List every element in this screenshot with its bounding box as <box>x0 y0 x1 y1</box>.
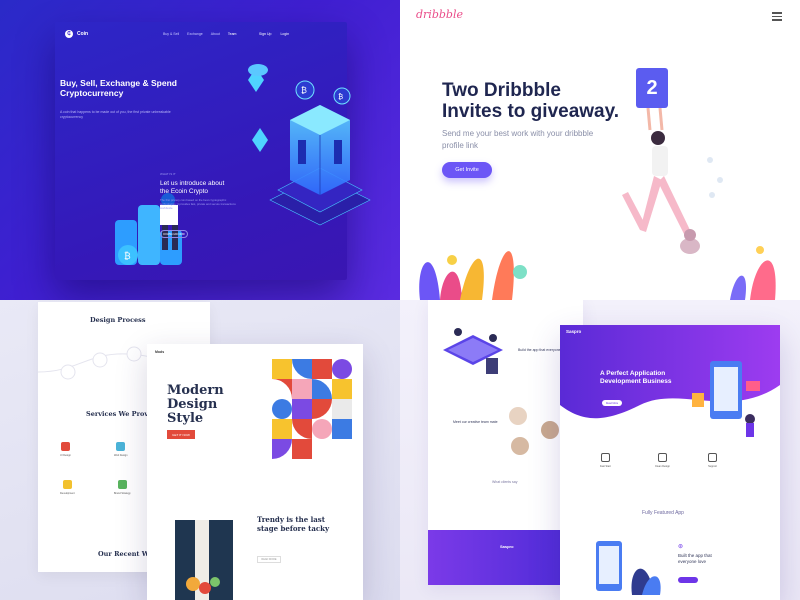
feature-fast-start: Fast Start <box>600 453 611 468</box>
svg-text:₿: ₿ <box>301 86 307 95</box>
saas-front-page: Saspro A Perfect Application Development… <box>560 325 780 600</box>
design-front-page: Mods Modern Design Style GET IT NOW Tren… <box>147 344 363 600</box>
service-brand-strategy: Brand Strategy <box>114 480 131 495</box>
saas-read-more-button[interactable]: Read More <box>602 400 622 406</box>
phone-illustration <box>692 361 760 437</box>
team-title: Meet our creative team mate <box>453 420 498 424</box>
plant-decoration-icon <box>419 157 776 300</box>
accent-ring-icon: ⊛ <box>678 544 684 550</box>
design-shot: Design Process Services We Provide UI De… <box>0 300 400 600</box>
crypto-shot: ₵ Coin Buy & Sell Exchange About Team Si… <box>0 0 400 300</box>
crypto-subtext: A coin that happens to be made out of yo… <box>60 110 171 119</box>
footer-logo[interactable]: Saspro <box>500 544 514 549</box>
feature-clean-design: Clean Design <box>655 453 670 468</box>
svg-text:₿: ₿ <box>338 93 343 101</box>
crypto-illustration: ₿ ₿ ₿ <box>115 64 371 265</box>
saas-headline: A Perfect Application Development Busine… <box>600 370 672 385</box>
crypto-headline: Buy, Sell, Exchange & Spend Cryptocurren… <box>60 78 177 98</box>
built-app-text: Built the app that everyone love <box>678 553 712 564</box>
girl-illustration <box>419 107 776 300</box>
design-headline: Modern Design Style <box>167 383 224 426</box>
support-icon <box>708 453 717 462</box>
ui-design-icon <box>60 442 70 451</box>
download-button[interactable]: DOWNLOAD NOW <box>160 230 188 238</box>
feature-label: Support <box>708 465 717 468</box>
flower-photo <box>175 520 233 600</box>
intro-kicker: WHAT IS IT <box>160 172 176 176</box>
dribbble-shot: dribbble Two Dribbble Invites to giveawa… <box>400 0 800 300</box>
service-web-design: Web Design <box>114 442 128 457</box>
featured-app-title: Fully Featured App <box>642 510 684 516</box>
brand-strategy-icon <box>117 480 127 489</box>
built-app-button[interactable] <box>678 577 698 583</box>
isometric-server-icon: ₿ ₿ <box>248 64 371 226</box>
invite-count-sign: 2 <box>636 68 668 108</box>
service-label: Development <box>60 492 75 495</box>
featured-app-illustration <box>596 541 661 595</box>
design-icon <box>658 453 667 462</box>
get-it-now-button[interactable]: GET IT NOW <box>167 430 195 439</box>
service-label: Web Design <box>114 454 128 457</box>
service-development: Development <box>60 480 75 495</box>
read-more-button[interactable]: READ MORE <box>257 556 281 563</box>
service-label: Brand Strategy <box>114 492 131 495</box>
trendy-headline: Trendy is the last stage before tacky <box>257 515 330 533</box>
feature-label: Clean Design <box>655 465 671 468</box>
intro-paragraph: The first privacy coin based on the best… <box>160 198 236 210</box>
isometric-team-illustration <box>443 328 503 374</box>
web-design-icon <box>116 442 126 451</box>
clients-title: What clients say <box>492 480 518 484</box>
process-title: Design Process <box>90 316 146 324</box>
rocket-icon <box>600 453 610 462</box>
sign-number: 2 <box>646 76 658 99</box>
feature-support: Support <box>708 453 717 468</box>
service-label: UI Design <box>60 454 71 457</box>
development-icon <box>62 480 72 489</box>
geometric-art <box>272 359 352 459</box>
design-logo[interactable]: Mods <box>155 350 164 354</box>
svg-text:₿: ₿ <box>124 251 131 261</box>
saas-logo[interactable]: Saspro <box>566 329 581 334</box>
service-ui-design: UI Design <box>60 442 71 457</box>
saas-shot: Build the app that everyone love Meet ou… <box>400 300 800 600</box>
intro-title: Let us introduce about the Ecoin Crypto <box>160 180 225 195</box>
team-avatars <box>509 407 559 455</box>
feature-label: Fast Start <box>600 465 611 468</box>
